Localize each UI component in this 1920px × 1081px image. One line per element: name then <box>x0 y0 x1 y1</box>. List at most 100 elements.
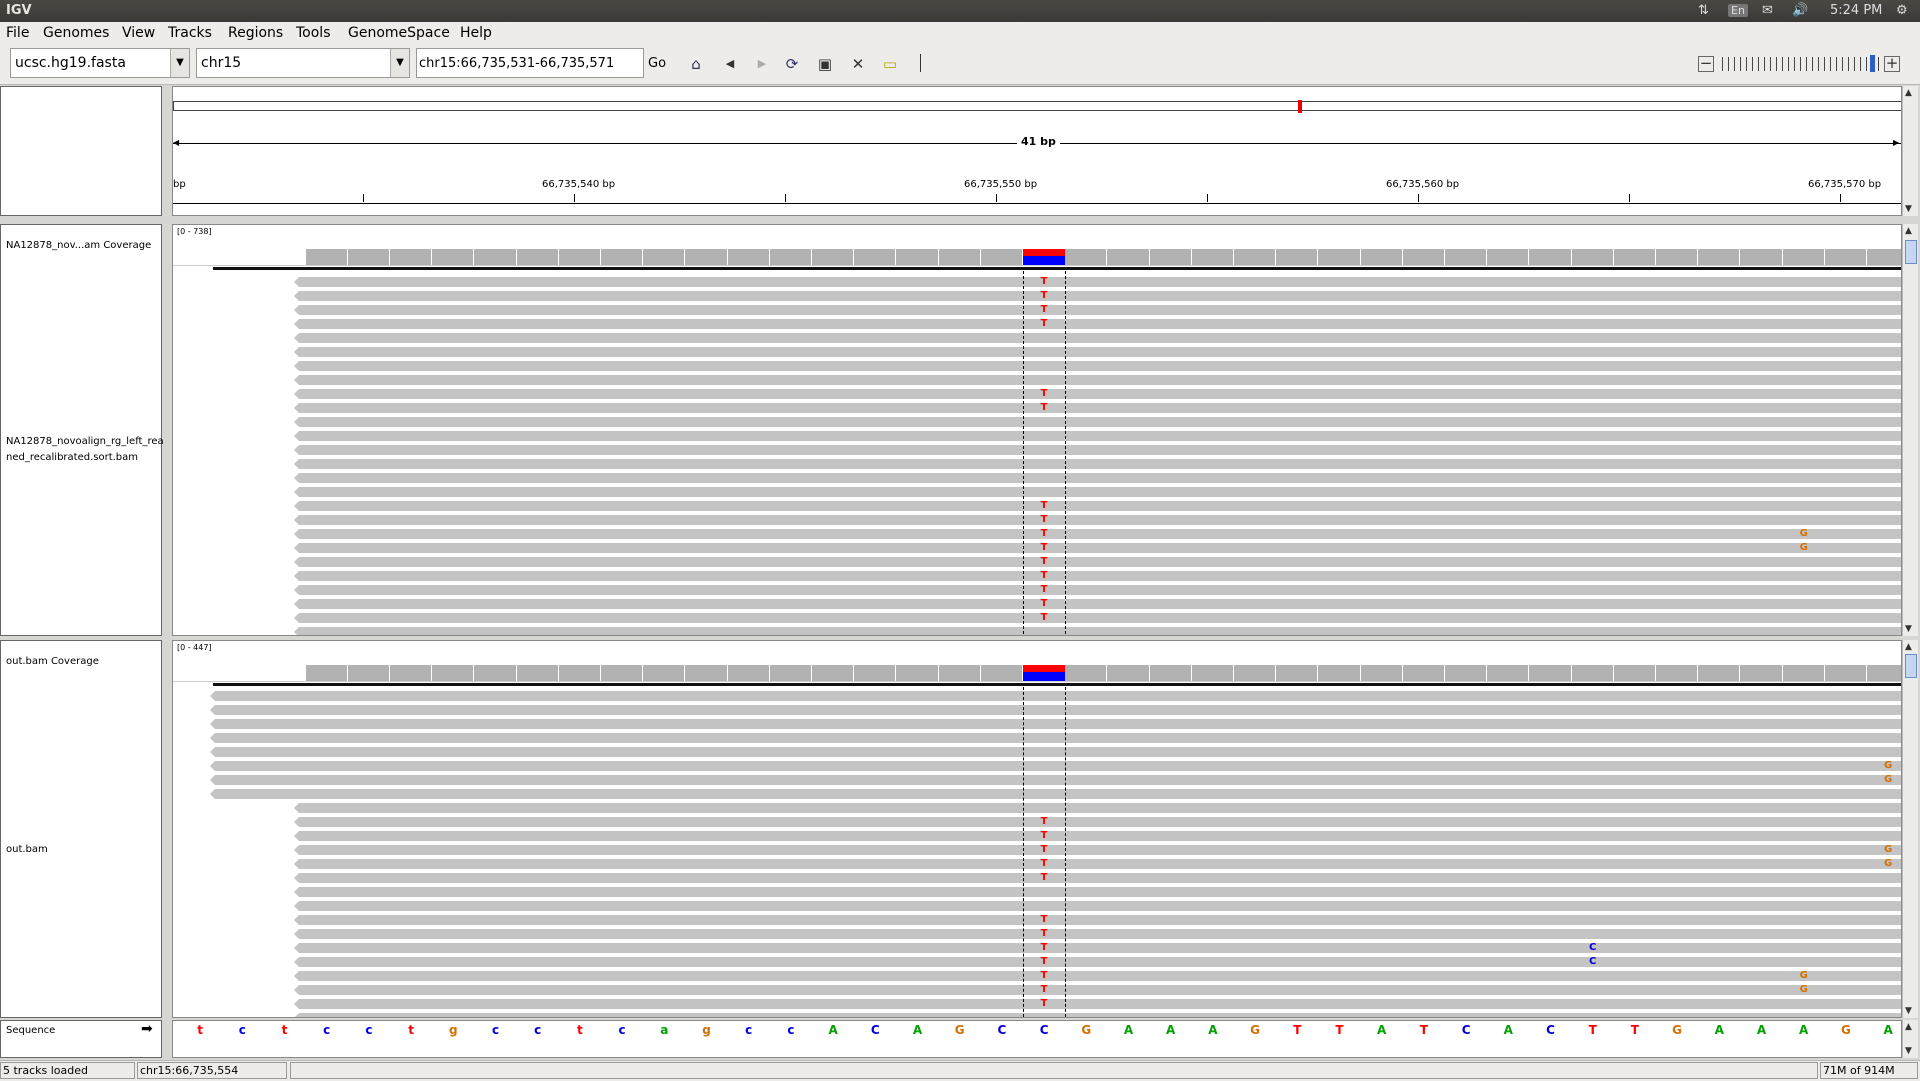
chevron-down-icon[interactable]: ▼ <box>390 49 409 77</box>
coverage-bar <box>1698 249 1741 265</box>
ref-allele-fraction <box>1023 256 1066 265</box>
mismatch-base: G <box>1883 760 1893 771</box>
chromosome-dropdown[interactable]: chr15 ▼ <box>196 48 410 78</box>
mismatch-base: T <box>1040 858 1048 869</box>
region-of-interest-icon[interactable]: ▣ <box>815 54 835 74</box>
mismatch-base: T <box>1040 956 1048 967</box>
chevron-down-icon[interactable]: ▼ <box>170 49 189 77</box>
menu-view[interactable]: View <box>122 25 155 41</box>
menu-tracks[interactable]: Tracks <box>168 25 212 41</box>
bam1-track-name-line2: ned_recalibrated.sort.bam <box>6 452 139 463</box>
read-alignment <box>294 487 1901 497</box>
coverage-bar <box>558 249 601 265</box>
home-icon[interactable]: ⌂ <box>686 54 706 74</box>
refresh-icon[interactable]: ⟳ <box>782 54 802 74</box>
keyboard-indicator[interactable]: En <box>1728 4 1748 17</box>
coverage2-range: [0 - 447] <box>177 643 212 652</box>
bam2-data-panel[interactable]: [0 - 447] GGTTTTTGGTTTTTTTCCGG <box>172 640 1902 1018</box>
strand-arrow-icon[interactable]: ➡ <box>141 1021 153 1037</box>
network-icon[interactable]: ⇅ <box>1698 3 1709 18</box>
ruler-tick-label: 66,735,570 bp <box>1808 179 1882 190</box>
ruler-tick <box>574 194 575 202</box>
scroll-up-icon[interactable]: ▲ <box>1905 88 1912 98</box>
settings-gear-icon[interactable]: ⚙ <box>1896 3 1908 18</box>
coverage-bar <box>1529 249 1572 265</box>
scroll-thumb[interactable] <box>1905 240 1917 264</box>
coverage2-track-name[interactable]: out.bam Coverage <box>6 656 99 667</box>
reference-base: t <box>281 1023 288 1037</box>
zoom-slider[interactable] <box>1722 57 1880 71</box>
back-arrow-icon[interactable]: ◀ <box>720 54 740 74</box>
header-scrollbar[interactable]: ▲ ▼ <box>1902 86 1918 216</box>
coverage-bar <box>390 665 433 681</box>
read-alignment <box>294 915 1901 925</box>
scroll-thumb[interactable] <box>1905 654 1917 678</box>
coverage1-track-name[interactable]: NA12878_nov...am Coverage <box>6 240 151 251</box>
read-alignment <box>294 459 1901 469</box>
bam1-scrollbar[interactable]: ▲ ▼ <box>1902 224 1918 636</box>
bam1-track-name[interactable]: NA12878_novoalign_rg_left_rea <box>6 436 164 447</box>
scroll-up-icon[interactable]: ▲ <box>1905 642 1912 652</box>
locus-input[interactable]: chr15:66,735,531-66,735,571 <box>416 48 644 78</box>
mismatch-base: G <box>1883 858 1893 869</box>
coverage-bar <box>1613 665 1656 681</box>
bam1-data-panel[interactable]: [0 - 738] TTTTTTTTTTTTTTTGG <box>172 224 1902 636</box>
sequence-data-panel: tctcctgcctcagccACAGCCGAAAGTTATCACTTGAAAG… <box>172 1020 1902 1058</box>
volume-icon[interactable]: 🔊 <box>1792 3 1808 18</box>
scroll-down-icon[interactable]: ▼ <box>1905 1046 1912 1056</box>
mismatch-base: G <box>1799 970 1808 981</box>
coverage-bar <box>432 249 475 265</box>
coverage-bar <box>1740 249 1783 265</box>
scroll-up-icon[interactable]: ▲ <box>1905 1022 1912 1032</box>
resize-to-window-icon[interactable]: ✕ <box>848 54 868 74</box>
coverage-bar <box>347 665 390 681</box>
ruler-tick-label: 66,735,550 bp <box>964 179 1038 190</box>
menu-regions[interactable]: Regions <box>228 25 283 41</box>
zoom-in-icon[interactable]: + <box>1884 56 1900 72</box>
alt-allele-fraction <box>1023 249 1066 257</box>
coverage-bar <box>516 249 559 265</box>
zoom-slider-thumb[interactable] <box>1870 55 1875 72</box>
menu-file[interactable]: File <box>6 25 29 41</box>
track-divider <box>173 681 1901 682</box>
genome-dropdown[interactable]: ucsc.hg19.fasta ▼ <box>10 48 190 78</box>
coverage-bar <box>980 249 1023 265</box>
menu-genomes[interactable]: Genomes <box>43 25 109 41</box>
menu-tools[interactable]: Tools <box>296 25 331 41</box>
forward-arrow-icon[interactable]: ▶ <box>752 54 772 74</box>
sequence-track-name[interactable]: Sequence <box>6 1025 55 1036</box>
scroll-down-icon[interactable]: ▼ <box>1905 624 1912 634</box>
menu-help[interactable]: Help <box>460 25 492 41</box>
coverage-bar <box>1824 665 1867 681</box>
track-baseline <box>213 267 1901 270</box>
scroll-up-icon[interactable]: ▲ <box>1905 226 1912 236</box>
ruler-tick <box>785 194 786 202</box>
reference-base: T <box>1419 1023 1428 1037</box>
bam2-track-name[interactable]: out.bam <box>6 844 48 855</box>
menu-genomespace[interactable]: GenomeSpace <box>348 25 450 41</box>
status-memory[interactable]: 71M of 914M <box>1820 1062 1918 1079</box>
go-button[interactable]: Go <box>648 56 666 71</box>
bam2-scrollbar[interactable]: ▲ ▼ <box>1902 640 1918 1018</box>
scroll-down-icon[interactable]: ▼ <box>1905 204 1912 214</box>
reference-base: c <box>618 1023 626 1037</box>
scroll-down-icon[interactable]: ▼ <box>1905 1006 1912 1016</box>
mail-icon[interactable]: ✉ <box>1762 3 1773 18</box>
clock[interactable]: 5:24 PM <box>1830 3 1882 18</box>
ideogram-current-region <box>1298 100 1302 113</box>
sequence-scrollbar[interactable]: ▲ ▼ <box>1902 1020 1918 1058</box>
coverage-bar <box>1318 249 1361 265</box>
coverage-bar <box>896 249 939 265</box>
read-alignment <box>210 733 1901 743</box>
popup-info-icon[interactable]: ▭ <box>880 54 900 74</box>
mismatch-base: G <box>1799 542 1808 553</box>
coverage-bar <box>1107 249 1150 265</box>
track-divider <box>173 265 1901 266</box>
zoom-out-icon[interactable]: − <box>1698 56 1714 72</box>
reference-base: c <box>323 1023 331 1037</box>
chromosome-ideogram[interactable] <box>173 101 1901 111</box>
ref-allele-fraction <box>1023 672 1066 681</box>
coverage-bar <box>1445 665 1488 681</box>
ruler-tick-label: 66,735,560 bp <box>1386 179 1460 190</box>
ruler-tick <box>1840 194 1841 202</box>
